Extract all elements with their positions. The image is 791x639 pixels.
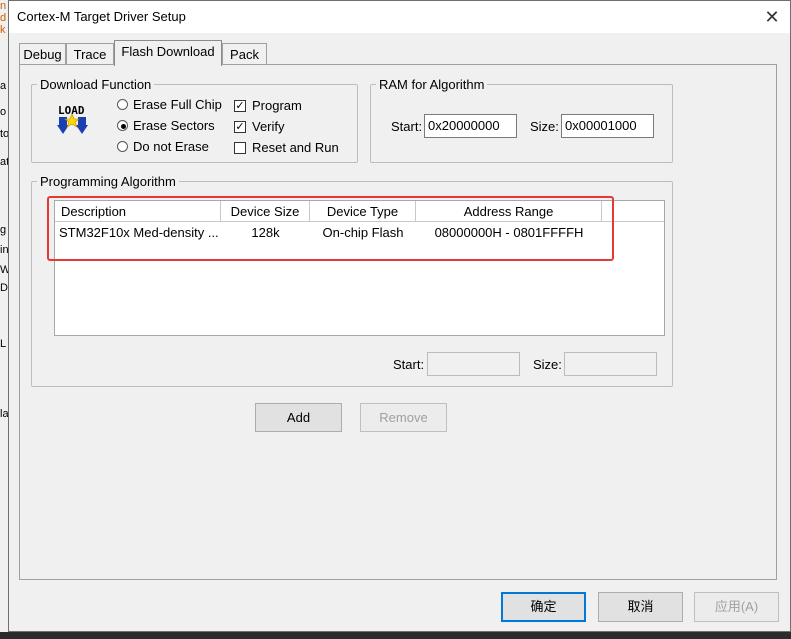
ok-button[interactable]: 确定 — [501, 592, 586, 622]
program-checkbox[interactable]: ✓ — [234, 100, 246, 112]
remove-button-label: Remove — [379, 410, 428, 425]
window-title: Cortex-M Target Driver Setup — [17, 9, 186, 24]
apply-button[interactable]: 应用(A) — [694, 592, 779, 622]
tab-label: Trace — [73, 47, 107, 62]
ram-for-algorithm-title: RAM for Algorithm — [376, 77, 488, 92]
tab-trace[interactable]: Trace — [66, 43, 114, 65]
cancel-button[interactable]: 取消 — [598, 592, 683, 622]
reset-and-run-checkbox[interactable] — [234, 142, 246, 154]
verify-checkbox[interactable]: ✓ — [234, 121, 246, 133]
ram-start-input[interactable]: 0x20000000 — [424, 114, 517, 138]
tab-label: Debug — [23, 47, 62, 62]
remove-button[interactable]: Remove — [360, 403, 447, 432]
ram-start-label: Start: — [391, 119, 423, 134]
program-label[interactable]: Program — [252, 98, 302, 113]
algorithm-start-input[interactable] — [427, 352, 520, 376]
do-not-erase-label[interactable]: Do not Erase — [133, 139, 209, 154]
apply-button-label: 应用(A) — [714, 599, 759, 614]
erase-sectors-label[interactable]: Erase Sectors — [133, 118, 215, 133]
close-icon[interactable]: ✕ — [761, 6, 783, 28]
tab-pack[interactable]: Pack — [222, 43, 267, 65]
erase-sectors-radio[interactable] — [117, 120, 128, 131]
add-button[interactable]: Add — [255, 403, 342, 432]
erase-full-chip-radio[interactable] — [117, 99, 128, 110]
algorithm-start-label: Start: — [393, 357, 425, 372]
ram-size-input[interactable]: 0x00001000 — [561, 114, 654, 138]
title-bar: Cortex-M Target Driver Setup ✕ — [9, 1, 790, 33]
highlight-annotation — [47, 196, 614, 261]
erase-full-chip-label[interactable]: Erase Full Chip — [133, 97, 222, 112]
add-button-label: Add — [286, 410, 311, 425]
background-bottom-edge — [0, 632, 791, 639]
ok-button-label: 确定 — [530, 599, 557, 614]
verify-label[interactable]: Verify — [252, 119, 285, 134]
download-function-title: Download Function — [37, 77, 155, 92]
programming-algorithm-title: Programming Algorithm — [37, 174, 179, 189]
tab-debug[interactable]: Debug — [19, 43, 66, 65]
tab-label: Pack — [230, 47, 259, 62]
tab-label: Flash Download — [121, 44, 215, 59]
algorithm-size-input[interactable] — [564, 352, 657, 376]
cancel-button-label: 取消 — [627, 599, 654, 614]
load-icon: LOAD — [56, 102, 90, 138]
algorithm-size-label: Size: — [533, 357, 562, 372]
tab-flash-download[interactable]: Flash Download — [114, 40, 222, 66]
do-not-erase-radio[interactable] — [117, 141, 128, 152]
reset-and-run-label[interactable]: Reset and Run — [252, 140, 339, 155]
ram-size-label: Size: — [530, 119, 559, 134]
background-window-strip: n d k a o to at g in W D L la — [0, 0, 10, 639]
setup-dialog: Cortex-M Target Driver Setup ✕ Debug Tra… — [8, 0, 791, 632]
